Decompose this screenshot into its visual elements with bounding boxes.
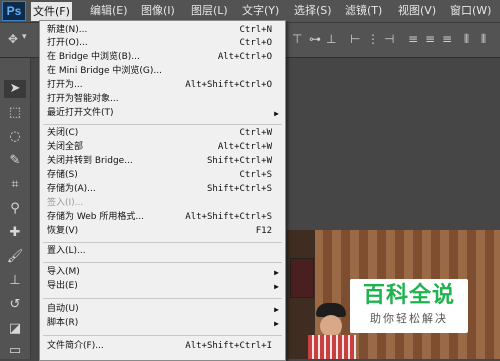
menu-item-close-go-bridge[interactable]: 关闭并转到 Bridge... Shift+Ctrl+W [40,155,285,168]
menu-layer[interactable]: 图层(L) [191,3,228,19]
menu-view[interactable]: 视图(V) [398,3,436,19]
menu-item-revert[interactable]: 恢复(V) F12 [40,225,285,238]
quick-select-tool-icon[interactable]: ✎ [4,152,26,170]
menu-item-save-as[interactable]: 存储为(A)... Shift+Ctrl+S [40,183,285,196]
menu-item-export[interactable]: 导出(E) ▶ [40,280,285,293]
menu-separator [43,262,282,263]
submenu-arrow-icon: ▶ [274,305,279,314]
menu-item-close[interactable]: 关闭(C) Ctrl+W [40,127,285,140]
history-brush-tool-icon[interactable]: ↺ [4,296,26,314]
photo-face [320,315,342,337]
submenu-arrow-icon: ▶ [274,109,279,118]
menu-item-scripts[interactable]: 脚本(R) ▶ [40,317,285,330]
submenu-arrow-icon: ▶ [274,282,279,291]
align-left-icon[interactable]: ⊢ [350,32,360,46]
healing-brush-tool-icon[interactable]: ✚ [4,224,26,242]
lasso-tool-icon[interactable]: ◌ [4,128,26,146]
move-tool-icon[interactable]: ➤ [4,80,26,98]
distribute-top-icon[interactable]: ≡ [408,32,418,46]
distribute-vcenter-icon[interactable]: ≡ [425,32,435,46]
submenu-arrow-icon: ▶ [274,268,279,277]
menu-image[interactable]: 图像(I) [141,3,175,19]
watermark-title: 百科全说 [362,283,455,308]
chevron-down-icon[interactable]: ▾ [22,32,27,42]
align-hcenter-icon[interactable]: ⋮ [367,32,379,46]
menu-item-new[interactable]: 新建(N)... Ctrl+N [40,24,285,37]
submenu-arrow-icon: ▶ [274,319,279,328]
watermark-badge: 百科全说 助你轻松解决 [350,279,468,333]
watermark-subtitle: 助你轻松解决 [370,312,448,325]
menu-item-file-info[interactable]: 文件简介(F)... Alt+Shift+Ctrl+I [40,340,285,353]
menu-item-browse-bridge[interactable]: 在 Bridge 中浏览(B)... Alt+Ctrl+O [40,51,285,64]
distribute-bottom-icon[interactable]: ≡ [442,32,452,46]
menu-item-open-as[interactable]: 打开为... Alt+Shift+Ctrl+O [40,79,285,92]
menu-window[interactable]: 窗口(W) [450,3,491,19]
menu-item-open-smart-object[interactable]: 打开为智能对象... [40,93,285,106]
clone-stamp-tool-icon[interactable]: ⊥ [4,272,26,290]
align-vcenter-icon[interactable]: ⊶ [309,32,321,46]
menu-item-automate[interactable]: 自动(U) ▶ [40,303,285,316]
menu-separator [43,335,282,336]
gradient-tool-icon[interactable]: ▭ [4,342,26,360]
menu-item-check-in: 签入(I)... [47,198,84,208]
crop-tool-icon[interactable]: ⌗ [4,176,26,194]
marquee-tool-icon[interactable]: ⬚ [4,104,26,122]
eraser-tool-icon[interactable]: ◪ [4,320,26,338]
wall-poster [290,258,314,298]
menu-filter[interactable]: 滤镜(T) [345,3,382,19]
photoshop-logo: Ps [2,1,26,21]
photo-shirt [308,335,356,359]
menu-select[interactable]: 选择(S) [294,3,332,19]
menu-type[interactable]: 文字(Y) [242,3,279,19]
menu-separator [43,242,282,243]
brush-tool-icon[interactable]: 🖌 [4,248,26,266]
distribute-left-icon[interactable]: ⫴ [464,32,469,47]
menu-item-open[interactable]: 打开(O)... Ctrl+O [40,37,285,50]
menu-item-browse-mini-bridge[interactable]: 在 Mini Bridge 中浏览(G)... [40,65,285,78]
distribute-right-icon[interactable]: ⫴ [481,32,486,47]
align-right-icon[interactable]: ⊣ [384,32,394,46]
menu-item-recent-files[interactable]: 最近打开文件(T) ▶ [40,107,285,120]
eyedropper-tool-icon[interactable]: ⚲ [4,200,26,218]
tools-panel: ➤ ⬚ ◌ ✎ ⌗ ⚲ ✚ 🖌 ⊥ ↺ ◪ ▭ [0,58,31,359]
align-bottom-icon[interactable]: ⊥ [326,32,336,46]
menu-item-close-all[interactable]: 关闭全部 Alt+Ctrl+W [40,141,285,154]
menu-item-place[interactable]: 置入(L)... [40,245,285,258]
menu-separator [43,298,282,299]
menu-item-save[interactable]: 存储(S) Ctrl+S [40,169,285,182]
align-top-icon[interactable]: ⊤ [292,32,302,46]
menu-edit[interactable]: 编辑(E) [90,3,128,19]
menu-item-save-for-web[interactable]: 存储为 Web 所用格式... Alt+Shift+Ctrl+S [40,211,285,224]
menu-file[interactable]: 文件(F) [31,2,72,21]
menu-item-import[interactable]: 导入(M) ▶ [40,266,285,279]
file-menu-dropdown: 新建(N)... Ctrl+N 打开(O)... Ctrl+O 在 Bridge… [39,20,286,361]
menu-separator [43,124,282,125]
move-tool-icon[interactable]: ✥ [8,32,18,46]
